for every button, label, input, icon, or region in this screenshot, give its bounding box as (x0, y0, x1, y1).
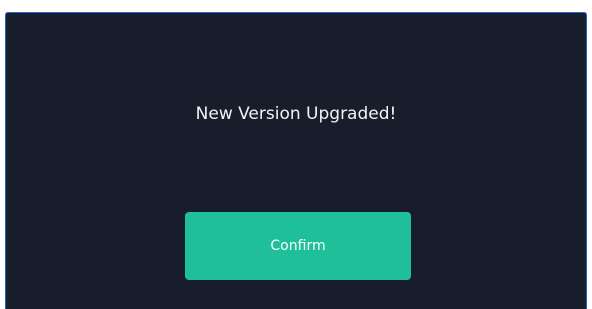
upgrade-dialog: New Version Upgraded! Confirm (5, 12, 587, 309)
confirm-button[interactable]: Confirm (185, 212, 411, 280)
upgrade-message: New Version Upgraded! (195, 104, 397, 124)
